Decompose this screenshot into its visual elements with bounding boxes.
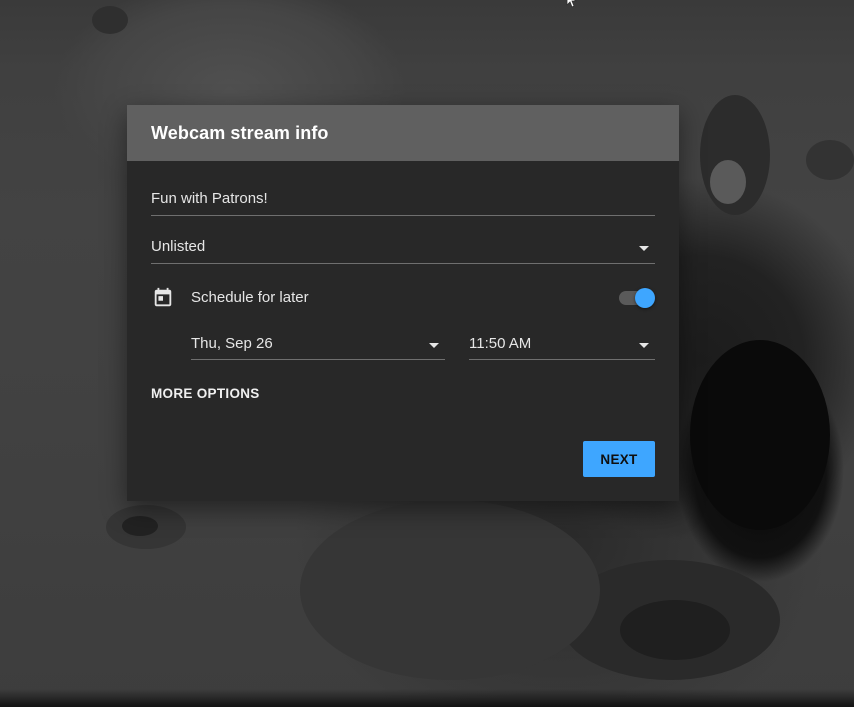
background-shape: [690, 340, 830, 530]
chevron-down-icon: [639, 246, 649, 251]
stream-title-input[interactable]: Fun with Patrons!: [151, 189, 655, 216]
background-shape: [806, 140, 854, 180]
schedule-toggle[interactable]: [619, 288, 657, 308]
toggle-knob: [635, 288, 655, 308]
dialog-header: Webcam stream info: [127, 105, 679, 161]
calendar-icon: [154, 287, 172, 307]
mouse-cursor-icon: [566, 0, 578, 8]
chevron-down-icon: [429, 343, 439, 348]
dialog-title: Webcam stream info: [151, 122, 329, 143]
chevron-down-icon: [639, 343, 649, 348]
privacy-selected-value: Unlisted: [151, 238, 206, 255]
privacy-select[interactable]: Unlisted: [151, 237, 655, 264]
next-button[interactable]: NEXT: [583, 441, 655, 477]
time-select[interactable]: 11:50 AM: [469, 333, 655, 360]
background-shape: [620, 600, 730, 660]
bottom-shadow: [0, 689, 854, 707]
date-value: Thu, Sep 26: [191, 335, 273, 352]
background-shape: [300, 500, 600, 680]
more-options-button[interactable]: MORE OPTIONS: [151, 386, 260, 401]
background-shape: [710, 160, 746, 204]
background-shape: [92, 6, 128, 34]
time-value: 11:50 AM: [469, 335, 532, 352]
webcam-stream-info-dialog: Webcam stream info Fun with Patrons! Unl…: [127, 105, 679, 501]
background-shape: [122, 516, 158, 536]
schedule-label: Schedule for later: [191, 289, 309, 306]
schedule-row: Schedule for later: [151, 283, 661, 311]
stream-title-value: Fun with Patrons!: [151, 190, 268, 207]
date-select[interactable]: Thu, Sep 26: [191, 333, 445, 360]
